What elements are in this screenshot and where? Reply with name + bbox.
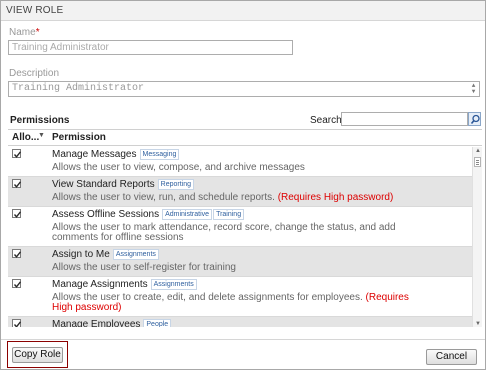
sort-arrow-icon[interactable]: ▼ (38, 132, 45, 139)
search-button[interactable] (468, 112, 481, 126)
permission-row: Manage Employees People (8, 317, 472, 327)
permission-tag[interactable]: People (143, 319, 172, 327)
permission-tag[interactable]: Messaging (139, 149, 180, 160)
allow-checkbox[interactable] (12, 279, 22, 288)
footer-divider (1, 339, 485, 340)
permission-tag[interactable]: Assignments (112, 249, 159, 260)
copy-role-focus-frame: Copy Role (7, 341, 68, 368)
permission-row: Assess Offline Sessions Administrative Tra… (8, 207, 472, 247)
permissions-label: Permissions (10, 115, 70, 126)
permission-row: View Standard Reports Reporting Allows th… (8, 177, 472, 207)
checkmark-icon (13, 211, 22, 218)
permission-description: Allows the user to create, edit, and del… (52, 292, 409, 313)
title-bar: VIEW ROLE (1, 1, 485, 21)
permission-description: Allows the user to self-register for tra… (52, 262, 236, 273)
grip-line (476, 160, 479, 161)
allow-checkbox[interactable] (12, 209, 22, 218)
grid-header: Allo... ▼ Permission (8, 130, 482, 146)
allow-checkbox[interactable] (12, 319, 22, 327)
name-field[interactable]: Training Administrator (8, 40, 293, 55)
scroll-thumb[interactable] (474, 157, 481, 167)
checkmark-icon (13, 151, 22, 158)
permission-title: Assess Offline Sessions Administrative Tra… (52, 209, 245, 220)
allow-checkbox[interactable] (12, 149, 22, 158)
scroll-up-icon[interactable]: ▲ (475, 148, 481, 154)
permission-description: Allows the user to view, run, and schedu… (52, 192, 394, 203)
description-label: Description (9, 68, 60, 79)
checkmark-icon (13, 321, 22, 327)
permission-title: Manage Assignments Assignments (52, 279, 197, 290)
permission-row: Assign to Me Assignments Allows the user … (8, 247, 472, 277)
checkmark-icon (13, 181, 22, 188)
high-password-warning: (Requires High password) (277, 192, 394, 203)
description-value: Training Administrator (12, 83, 145, 94)
allow-checkbox[interactable] (12, 179, 22, 188)
cancel-button[interactable]: Cancel (426, 349, 477, 365)
permission-tag[interactable]: Assignments (150, 279, 197, 290)
allow-checkbox[interactable] (12, 249, 22, 258)
permission-row: Manage Assignments Assignments Allows the… (8, 277, 472, 317)
view-role-dialog: VIEW ROLE Name* Training Administrator D… (0, 0, 486, 370)
permission-title: Assign to Me Assignments (52, 249, 159, 260)
checkmark-icon (13, 281, 22, 288)
permission-row: Manage Messages Messaging Allows the user… (8, 147, 472, 177)
description-field[interactable]: Training Administrator ▲ ▼ (8, 81, 480, 97)
grip-line (476, 162, 479, 163)
permission-description: Allows the user to mark attendance, reco… (52, 222, 396, 243)
permission-description: Allows the user to view, compose, and ar… (52, 162, 305, 173)
copy-role-button[interactable]: Copy Role (12, 347, 63, 363)
vertical-scrollbar[interactable]: ▲ ▼ (472, 147, 482, 327)
permission-tag[interactable]: Reporting (157, 179, 195, 190)
permission-tag[interactable]: Training (213, 209, 245, 220)
column-allow[interactable]: Allo... (12, 132, 39, 143)
dialog-title: VIEW ROLE (6, 5, 64, 16)
permission-tag[interactable]: Administrative (162, 209, 213, 220)
permission-rows: Manage Messages Messaging Allows the user… (8, 147, 472, 327)
search-icon (470, 114, 480, 125)
permissions-grid: Allo... ▼ Permission Manage Messages Mess… (8, 129, 482, 327)
permission-title: View Standard Reports Reporting (52, 179, 195, 190)
permission-title: Manage Employees People (52, 319, 172, 327)
column-permission[interactable]: Permission (52, 132, 106, 143)
checkmark-icon (13, 251, 22, 258)
grip-line (476, 164, 479, 165)
scroll-down-icon[interactable]: ▼ (475, 321, 481, 327)
permission-title: Manage Messages Messaging (52, 149, 180, 160)
name-label: Name* (9, 27, 40, 38)
search-input[interactable] (341, 112, 468, 126)
description-resize-icon[interactable]: ▲ ▼ (469, 83, 478, 95)
required-mark: * (35, 27, 40, 38)
search-label: Search: (310, 115, 345, 126)
